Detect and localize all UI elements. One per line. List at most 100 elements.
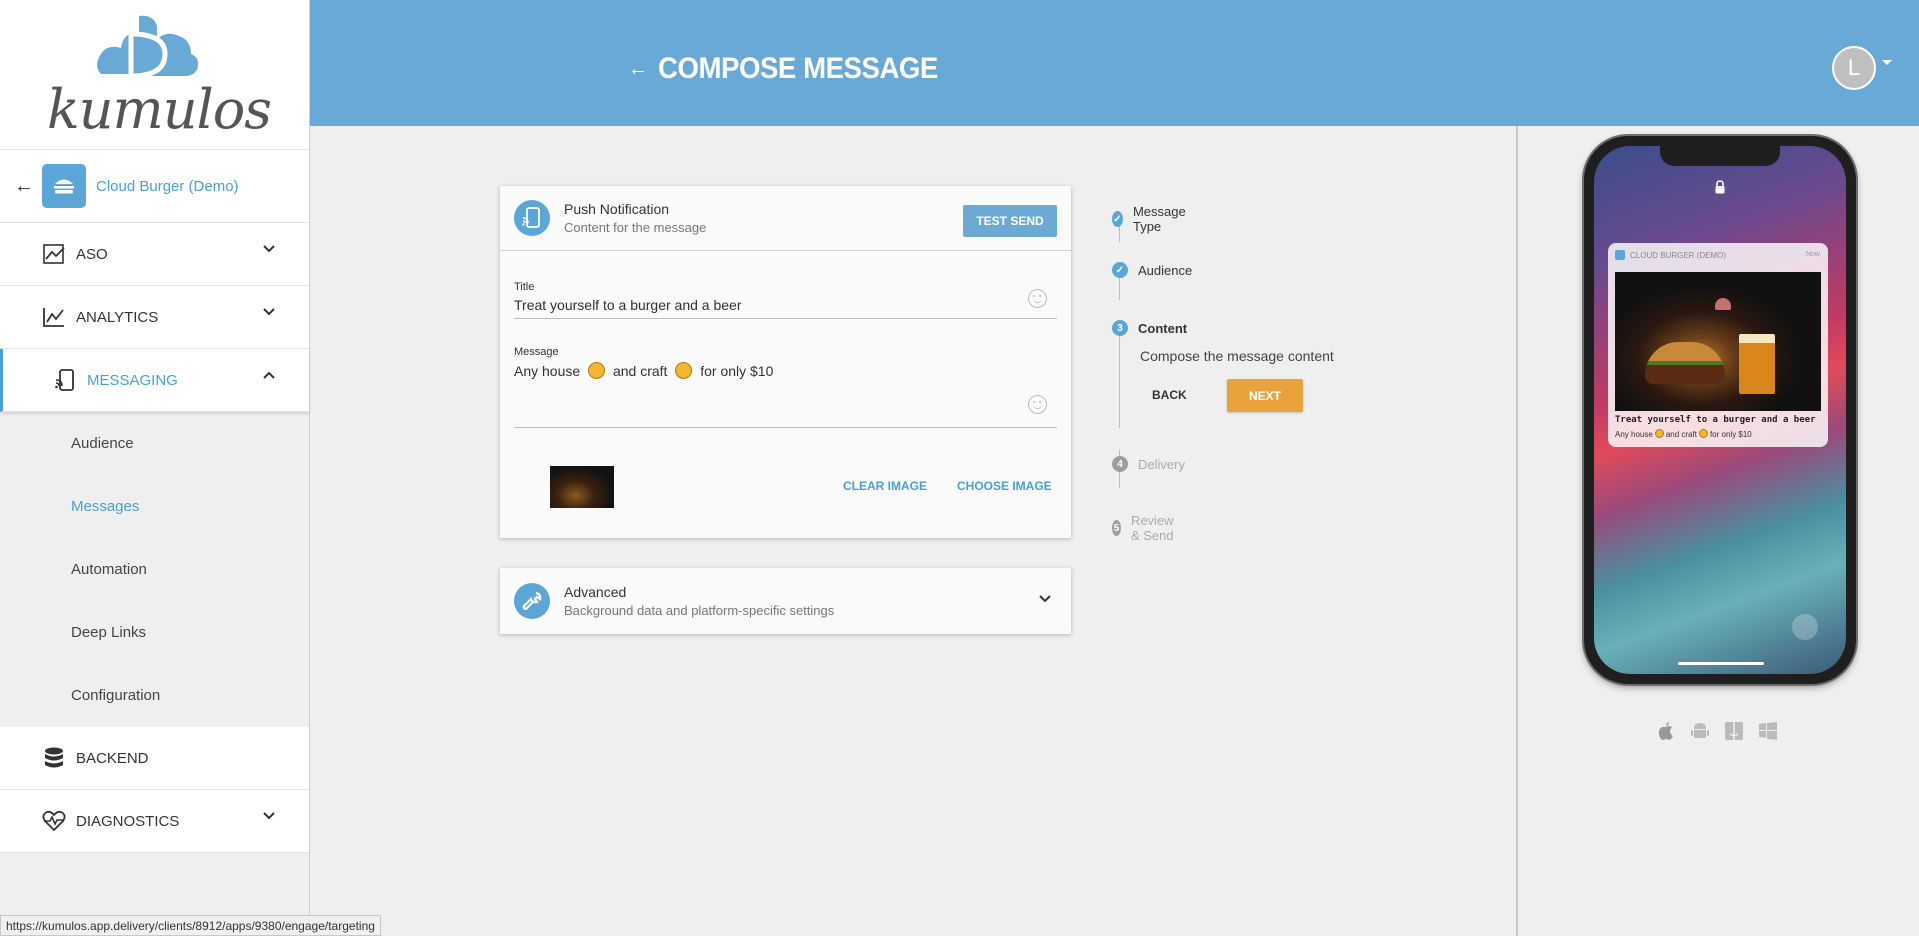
notification-message: Any house and craft for only $10	[1615, 429, 1752, 439]
sidebar-item-automation[interactable]: Automation	[0, 538, 309, 601]
beer-emoji-icon	[1698, 429, 1708, 438]
step-label: Review & Send	[1130, 513, 1174, 543]
home-indicator	[1678, 662, 1764, 665]
test-send-button[interactable]: TEST SEND	[963, 205, 1057, 237]
title-field[interactable]: Title Treat yourself to a burger and a b…	[514, 281, 1057, 319]
app-name[interactable]: Cloud Burger (Demo)	[96, 178, 239, 195]
phone-cast-icon	[514, 200, 550, 236]
image-beer	[1739, 334, 1775, 394]
camera-icon	[1792, 614, 1818, 640]
back-arrow-icon[interactable]: ←	[628, 58, 648, 81]
logo-text: kumulos	[47, 78, 272, 141]
image-burger	[1645, 342, 1725, 384]
sidebar-item-configuration[interactable]: Configuration	[0, 664, 309, 727]
nav-label-aso: ASO	[76, 245, 108, 263]
card-header[interactable]: Advanced Background data and platform-sp…	[500, 568, 1071, 634]
lock-icon	[1715, 180, 1725, 194]
device-preview-panel: CLOUD BURGER (DEMO) Now Treat yourself t…	[1516, 126, 1919, 936]
image-thumbnail	[550, 466, 614, 508]
nav-label-backend: BACKEND	[76, 749, 149, 767]
logo[interactable]: kumulos	[0, 0, 309, 150]
next-button[interactable]: NEXT	[1227, 379, 1303, 412]
message-text-1: Any house	[514, 363, 581, 379]
emoji-picker-icon[interactable]	[1028, 395, 1047, 414]
notification-image	[1615, 272, 1821, 411]
card-header: Push Notification Content for the messag…	[500, 186, 1071, 251]
caret-down-icon[interactable]	[1882, 60, 1892, 65]
back-button[interactable]: BACK	[1152, 388, 1187, 402]
step-content[interactable]: 3 Content	[1112, 320, 1187, 336]
wrench-icon	[514, 583, 550, 619]
step-label: Delivery	[1138, 456, 1185, 472]
clear-image-button[interactable]: CLEAR IMAGE	[843, 479, 927, 493]
message-text-3: for only $10	[700, 363, 774, 379]
avatar[interactable]: L	[1832, 46, 1876, 90]
back-arrow-icon[interactable]: ←	[14, 175, 36, 198]
step-label: Audience	[1138, 262, 1193, 278]
step-connector	[1119, 278, 1120, 300]
sidebar-item-deep-links[interactable]: Deep Links	[0, 601, 309, 664]
advanced-card[interactable]: Advanced Background data and platform-sp…	[500, 568, 1071, 634]
app-burger-icon	[42, 164, 86, 208]
chevron-down-icon[interactable]	[1039, 595, 1051, 603]
step-review-send[interactable]: 5 Review & Send	[1112, 513, 1181, 543]
cloud-logo-icon	[97, 15, 199, 79]
burger-emoji-icon	[588, 362, 606, 379]
nav-item-backend[interactable]: BACKEND	[0, 727, 309, 790]
top-header: ← COMPOSE MESSAGE L	[310, 0, 1919, 126]
message-text-2: and craft	[612, 363, 668, 379]
nav-item-aso[interactable]: ASO	[0, 223, 309, 286]
check-icon: ✓	[1112, 211, 1123, 227]
trending-icon	[42, 242, 66, 266]
chevron-down-icon[interactable]	[263, 245, 275, 253]
title-input[interactable]: Treat yourself to a burger and a beer	[514, 297, 1057, 313]
card-subtitle: Background data and platform-specific se…	[564, 603, 835, 618]
step-description: Compose the message content	[1140, 348, 1334, 364]
notification-preview: CLOUD BURGER (DEMO) Now Treat yourself t…	[1608, 243, 1828, 447]
card-subtitle: Content for the message	[564, 220, 707, 235]
app-selector[interactable]: ← Cloud Burger (Demo)	[0, 150, 309, 223]
beer-emoji-icon	[675, 362, 693, 379]
chevron-down-icon[interactable]	[263, 812, 275, 820]
emoji-picker-icon[interactable]	[1028, 289, 1047, 308]
heart-pulse-icon	[42, 809, 66, 833]
step-number: 3	[1112, 320, 1128, 336]
sidebar-item-messages[interactable]: Messages	[0, 475, 309, 538]
image-lamp	[1715, 298, 1731, 310]
message-label: Message	[514, 346, 559, 358]
app-icon	[1615, 250, 1625, 260]
nav-item-analytics[interactable]: ANALYTICS	[0, 286, 309, 349]
android-icon[interactable]	[1690, 720, 1710, 742]
title-label: Title	[514, 281, 535, 293]
windows-icon[interactable]	[1758, 720, 1778, 742]
apple-icon[interactable]	[1656, 720, 1676, 742]
phone-screen: CLOUD BURGER (DEMO) Now Treat yourself t…	[1594, 146, 1846, 674]
platform-switcher	[1656, 720, 1778, 742]
step-audience[interactable]: ✓ Audience	[1112, 262, 1192, 278]
chevron-down-icon[interactable]	[263, 308, 275, 316]
choose-image-button[interactable]: CHOOSE IMAGE	[957, 479, 1052, 493]
step-message-type[interactable]: ✓ Message Type	[1112, 204, 1191, 234]
step-label: Message Type	[1132, 204, 1186, 234]
message-field[interactable]: Message Any house and craft for only $10	[514, 346, 1057, 428]
sidebar-item-audience[interactable]: Audience	[0, 412, 309, 475]
step-number: 5	[1112, 520, 1121, 536]
status-bar-url: https://kumulos.app.delivery/clients/891…	[0, 915, 381, 936]
phone-notch	[1660, 146, 1780, 166]
notification-header: CLOUD BURGER (DEMO)	[1615, 250, 1726, 260]
chevron-up-icon[interactable]	[263, 371, 275, 379]
page-title: COMPOSE MESSAGE	[658, 52, 938, 85]
card-title: Advanced	[564, 584, 627, 600]
nav-item-messaging[interactable]: MESSAGING	[0, 349, 309, 412]
message-input[interactable]: Any house and craft for only $10	[514, 362, 1057, 379]
nav-item-diagnostics[interactable]: DIAGNOSTICS	[0, 790, 309, 853]
finder-icon[interactable]	[1724, 720, 1744, 742]
step-connector	[1119, 336, 1120, 428]
sidebar: kumulos ← Cloud Burger (Demo) ASO ANALYT…	[0, 0, 310, 936]
database-icon	[42, 746, 66, 770]
notif-msg-1: Any house	[1615, 430, 1653, 439]
push-notification-card: Push Notification Content for the messag…	[500, 186, 1071, 538]
notification-time: Now	[1805, 251, 1820, 258]
step-delivery[interactable]: 4 Delivery	[1112, 456, 1185, 472]
nav-label-analytics: ANALYTICS	[76, 308, 159, 326]
